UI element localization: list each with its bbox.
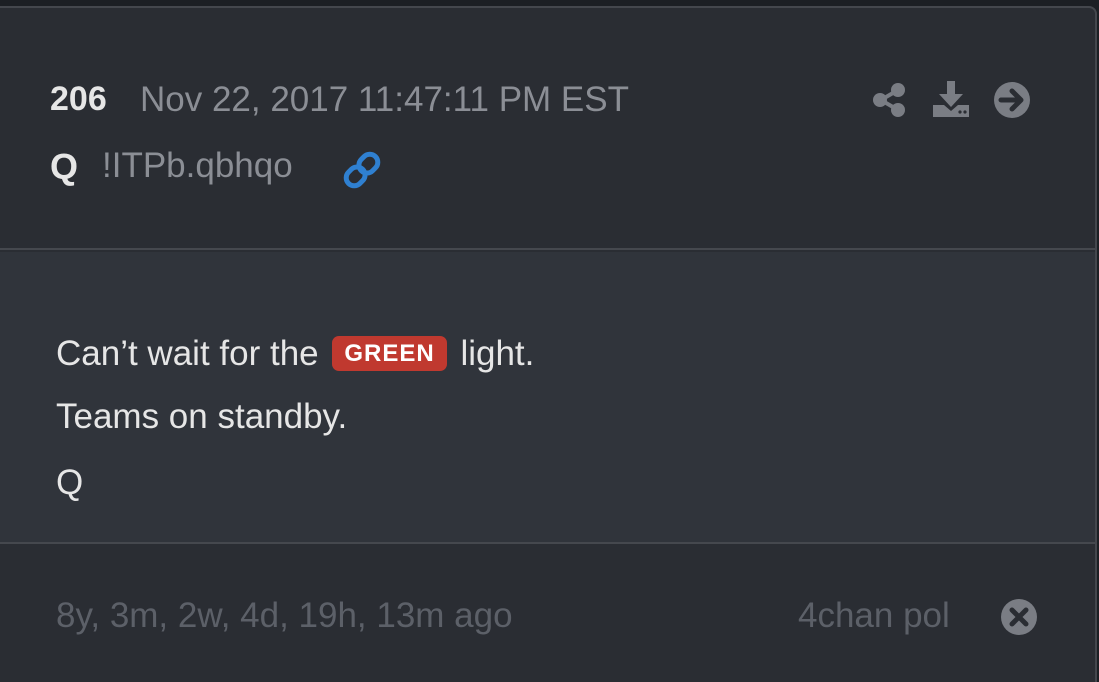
post-header: 206 Nov 22, 2017 11:47:11 PM EST Q !ITPb… [0,8,1095,250]
post-text: Can’t wait for the [56,334,319,373]
author-name: Q [50,146,79,187]
post-line-3: Q [56,463,84,502]
arrow-right-circle-icon[interactable] [993,81,1031,119]
green-badge: GREEN [332,336,447,371]
source-label[interactable]: 4chan pol [798,596,950,636]
post-body: Can’t wait for the GREEN light. Teams on… [0,252,1095,542]
post-number[interactable]: 206 [50,80,107,119]
post-line-2: Teams on standby. [56,397,348,436]
post-timestamp: Nov 22, 2017 11:47:11 PM EST [140,80,629,119]
close-circle-icon[interactable] [1000,598,1038,636]
header-divider [0,248,1095,250]
footer-divider [0,542,1095,544]
tripcode: !ITPb.qbhqo [102,146,293,185]
time-ago: 8y, 3m, 2w, 4d, 19h, 13m ago [56,596,513,635]
share-icon[interactable] [870,80,910,120]
post-text: light. [460,334,535,373]
download-icon[interactable] [930,78,972,120]
post-line-1: Can’t wait for the GREEN light. [56,334,534,374]
link-icon[interactable] [340,148,384,192]
post-card: 206 Nov 22, 2017 11:47:11 PM EST Q !ITPb… [0,6,1097,682]
